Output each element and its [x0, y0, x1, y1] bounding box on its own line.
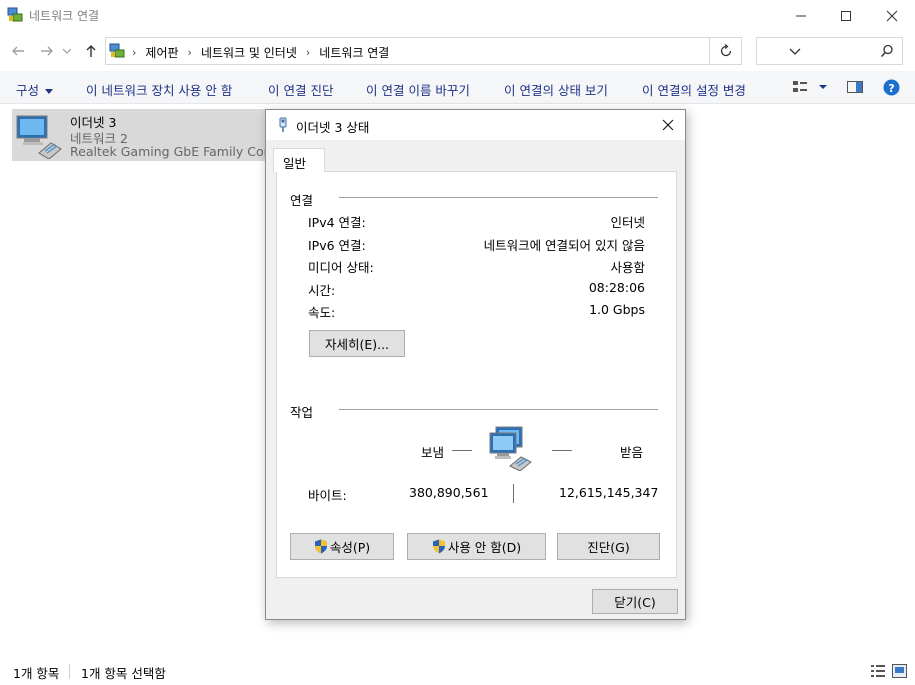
activity-group-line	[339, 409, 658, 410]
search-input[interactable]	[756, 37, 903, 65]
bytes-divider	[513, 484, 514, 503]
diagnose-command[interactable]: 이 연결 진단	[268, 80, 333, 99]
sent-dash	[452, 450, 472, 451]
ipv4-label: IPv4 연결:	[308, 215, 366, 230]
diagnose-button[interactable]: 진단(G)	[557, 533, 660, 560]
sent-label: 보냄	[421, 445, 445, 460]
window-titlebar: 네트워크 연결	[0, 0, 915, 31]
forward-button[interactable]	[37, 41, 57, 61]
connection-adapter: Realtek Gaming GbE Family Cont...	[70, 144, 289, 159]
uac-shield-icon	[314, 539, 327, 554]
ipv4-value: 인터넷	[610, 215, 645, 230]
help-icon[interactable]: ?	[883, 79, 900, 96]
organize-dropdown-icon	[45, 89, 54, 94]
bytes-label: 바이트:	[308, 488, 347, 503]
close-dialog-button[interactable]: 닫기(C)	[592, 589, 678, 614]
media-state-value: 사용함	[610, 260, 645, 275]
command-bar: 구성 이 네트워크 장치 사용 안 함 이 연결 진단 이 연결 이름 바꾸기 …	[0, 71, 915, 104]
preview-pane-icon[interactable]	[847, 80, 863, 94]
network-adapter-icon	[15, 113, 65, 159]
network-item-ethernet[interactable]: 이더넷 3 네트워크 2 Realtek Gaming GbE Family C…	[12, 109, 288, 161]
change-view-icon[interactable]	[792, 80, 828, 94]
organize-menu[interactable]: 구성	[16, 80, 54, 99]
network-activity-icon	[488, 425, 538, 471]
bytes-sent-value: 380,890,561	[409, 485, 489, 500]
maximize-button[interactable]	[823, 0, 869, 31]
change-settings-command[interactable]: 이 연결의 설정 변경	[642, 80, 746, 99]
status-divider	[69, 664, 70, 679]
refresh-icon	[720, 44, 731, 57]
speed-value: 1.0 Gbps	[589, 302, 645, 317]
close-button[interactable]	[869, 0, 915, 31]
address-bar[interactable]: › 제어판 › 네트워크 및 인터넷 › 네트워크 연결	[105, 37, 801, 65]
ethernet-status-dialog: 이더넷 3 상태 일반 연결 IPv4 연결: 인터넷 IPv6 연결: 네트워…	[265, 109, 686, 620]
rename-command[interactable]: 이 연결 이름 바꾸기	[366, 80, 470, 99]
recent-locations-chevron-icon[interactable]	[61, 41, 73, 61]
breadcrumb-network-connections[interactable]: 네트워크 연결	[319, 44, 389, 61]
breadcrumb-control-panel[interactable]: 제어판	[145, 44, 178, 61]
ethernet-plug-icon	[278, 117, 288, 133]
general-tab-panel: 연결 IPv4 연결: 인터넷 IPv6 연결: 네트워크에 연결되어 있지 않…	[276, 171, 677, 578]
address-row: › 제어판 › 네트워크 및 인터넷 › 네트워크 연결	[0, 31, 915, 71]
connection-group-line	[339, 197, 658, 198]
view-status-command[interactable]: 이 연결의 상태 보기	[504, 80, 608, 99]
control-panel-icon	[109, 43, 125, 59]
uac-shield-icon	[432, 539, 445, 554]
close-icon	[662, 119, 674, 131]
up-button[interactable]	[81, 41, 101, 61]
media-state-label: 미디어 상태:	[308, 260, 374, 275]
breadcrumb: › 제어판 › 네트워크 및 인터넷 › 네트워크 연결	[132, 44, 390, 61]
received-label: 받음	[620, 445, 644, 460]
duration-label: 시간:	[308, 283, 336, 298]
breadcrumb-network-internet[interactable]: 네트워크 및 인터넷	[201, 44, 297, 61]
large-icons-view-icon[interactable]	[892, 664, 907, 678]
refresh-button[interactable]	[710, 37, 742, 65]
svg-text:?: ?	[888, 82, 894, 95]
speed-label: 속도:	[308, 305, 336, 320]
duration-value: 08:28:06	[588, 280, 645, 295]
properties-button[interactable]: 속성(P)	[290, 533, 394, 560]
window-title: 네트워크 연결	[29, 9, 100, 23]
connection-group-label: 연결	[290, 193, 314, 208]
item-count: 1개 항목	[13, 666, 60, 681]
ipv6-value: 네트워크에 연결되어 있지 않음	[483, 238, 645, 253]
network-connections-icon	[7, 7, 23, 23]
search-icon	[880, 44, 894, 58]
activity-group-label: 작업	[290, 405, 314, 420]
selected-count: 1개 항목 선택함	[81, 666, 166, 681]
ipv6-label: IPv6 연결:	[308, 238, 366, 253]
minimize-button[interactable]	[778, 0, 824, 31]
bytes-received-value: 12,615,145,347	[559, 485, 659, 500]
details-view-icon[interactable]	[870, 664, 886, 678]
back-button[interactable]	[8, 41, 28, 61]
disable-button[interactable]: 사용 안 함(D)	[407, 533, 546, 560]
details-button[interactable]: 자세히(E)...	[309, 330, 405, 357]
status-bar: 1개 항목 1개 항목 선택함	[0, 658, 915, 685]
dialog-title: 이더넷 3 상태	[296, 120, 370, 135]
received-dash	[552, 450, 572, 451]
dialog-titlebar: 이더넷 3 상태	[266, 110, 685, 140]
tab-general[interactable]: 일반	[273, 148, 325, 172]
disable-device-command[interactable]: 이 네트워크 장치 사용 안 함	[86, 80, 232, 99]
dialog-close-button[interactable]	[655, 113, 681, 137]
